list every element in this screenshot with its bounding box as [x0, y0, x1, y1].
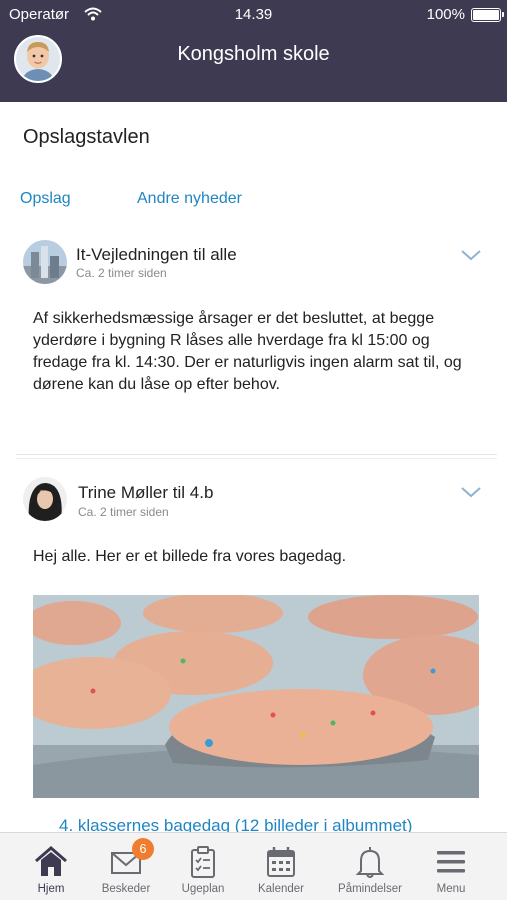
page-title: Opslagstavlen: [23, 126, 150, 148]
app-header: Operatør 14.39 100% Kongsholm skole: [0, 0, 507, 102]
post-photo[interactable]: [33, 595, 479, 798]
nav-messages[interactable]: 6 Beskeder: [86, 833, 166, 900]
home-icon: [33, 845, 69, 879]
calendar-icon: [263, 845, 299, 879]
chevron-down-icon[interactable]: [460, 248, 482, 262]
nav-messages-label: Beskeder: [101, 883, 151, 895]
nav-weekplan-label: Ugeplan: [181, 883, 225, 895]
tab-opslag[interactable]: Opslag: [20, 190, 71, 208]
nav-weekplan[interactable]: Ugeplan: [163, 833, 243, 900]
messages-badge: 6: [132, 838, 154, 860]
post-card: It-Vejledningen til alle Ca. 2 timer sid…: [16, 228, 497, 455]
post-time: Ca. 2 timer siden: [76, 266, 167, 280]
nav-home-label: Hjem: [37, 883, 65, 895]
nav-menu[interactable]: Menu: [411, 833, 491, 900]
bottom-nav: Hjem 6 Beskeder Ugeplan Kalender Påminde…: [0, 832, 507, 900]
bell-icon: [352, 845, 388, 879]
nav-calendar-label: Kalender: [257, 883, 305, 895]
clipboard-icon: [185, 845, 221, 879]
battery-percent: 100%: [426, 6, 465, 23]
post-author: Trine Møller til 4.b: [78, 483, 214, 502]
nav-calendar[interactable]: Kalender: [241, 833, 321, 900]
post-body: Af sikkerhedsmæssige årsager er det besl…: [33, 310, 462, 393]
nav-home[interactable]: Hjem: [11, 833, 91, 900]
post-author: It-Vejledningen til alle: [76, 245, 237, 264]
post-author-avatar: [23, 477, 67, 521]
chevron-down-icon[interactable]: [460, 485, 482, 499]
post-author-avatar: [23, 240, 67, 284]
nav-reminders[interactable]: Påmindelser: [330, 833, 410, 900]
nav-menu-label: Menu: [436, 883, 466, 895]
post-card: Trine Møller til 4.b Ca. 2 timer siden H…: [16, 458, 497, 838]
status-bar: Operatør 14.39 100%: [0, 6, 507, 26]
post-time: Ca. 2 timer siden: [78, 505, 169, 519]
tab-andre-nyheder[interactable]: Andre nyheder: [137, 190, 242, 208]
school-title: Kongsholm skole: [177, 43, 330, 65]
battery-icon: [471, 8, 504, 22]
hamburger-icon: [433, 845, 469, 879]
nav-reminders-label: Påmindelser: [338, 883, 402, 895]
post-body: Hej alle. Her er et billede fra vores ba…: [33, 548, 347, 565]
